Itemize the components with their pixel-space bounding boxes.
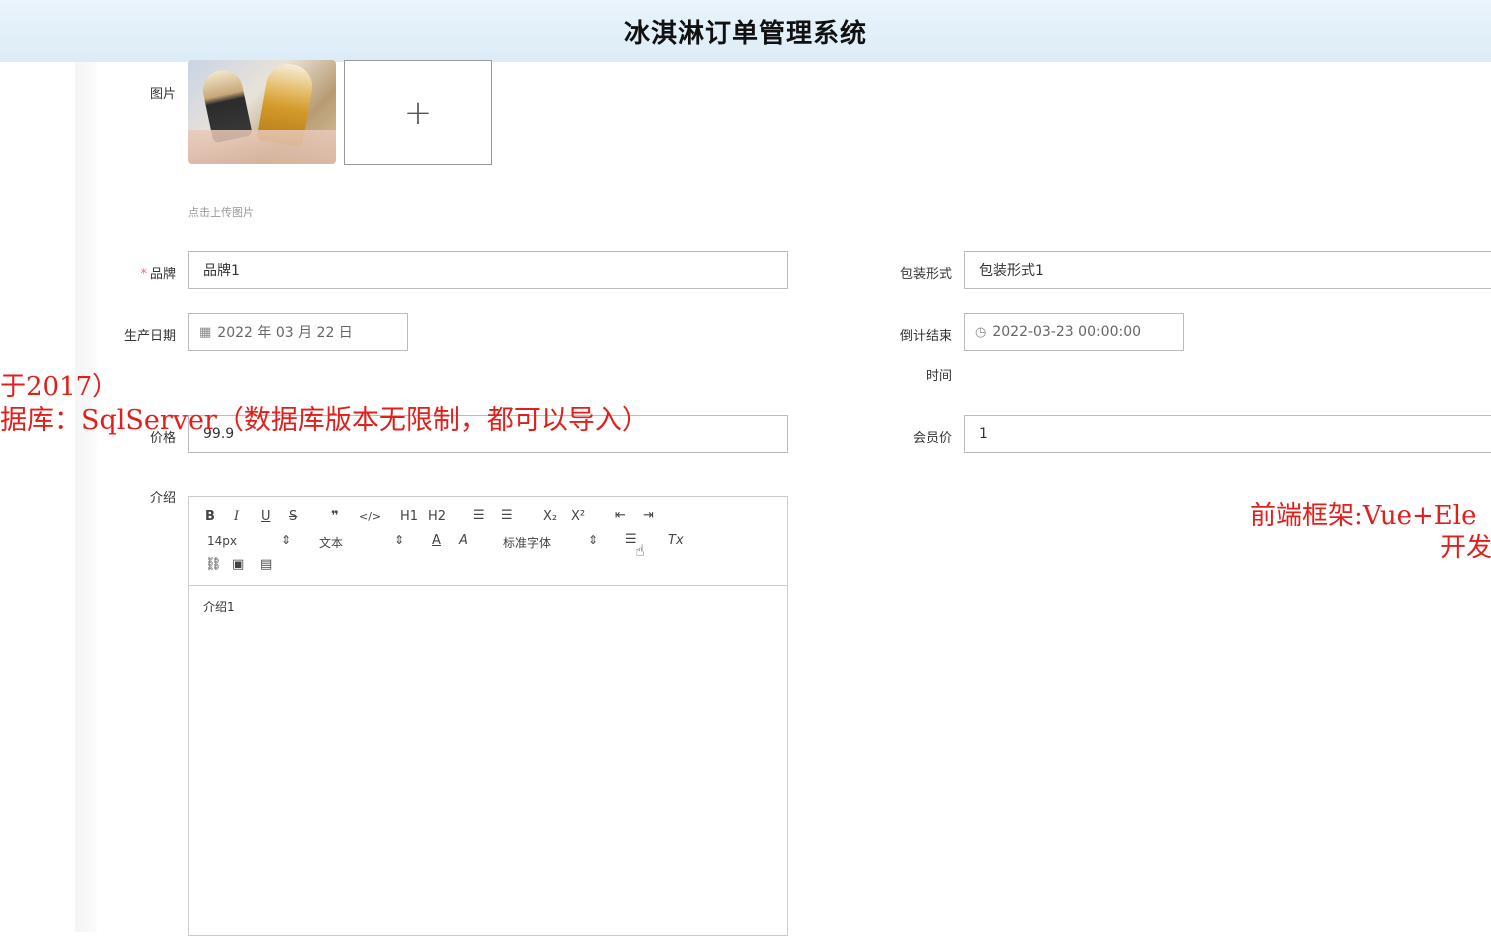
outdent-icon[interactable]: ⇤	[615, 508, 626, 523]
video-icon[interactable]: ▤	[260, 557, 272, 572]
countdown-end-label: 倒计结束	[899, 329, 952, 344]
app-header: 冰淇淋订单管理系统	[0, 0, 1491, 62]
code-block-button[interactable]: </>	[359, 510, 381, 523]
clear-format-button[interactable]: Tx	[668, 533, 684, 548]
font-size-select[interactable]: 14px	[207, 534, 237, 548]
indent-icon[interactable]: ⇥	[643, 508, 654, 523]
text-color-button[interactable]: A	[432, 533, 441, 548]
chevron-updown-icon: ⇕	[394, 533, 405, 547]
editor-toolbar: B I U S ❞ </> H1 H2 ☰ ☰ X₂ X² ⇤ ⇥ 14px ⇕…	[189, 497, 787, 586]
required-mark: *	[140, 267, 147, 282]
brand-label-text: 品牌	[149, 267, 176, 282]
overlay-text-line-b: 据库：SqlServer（数据库版本无限制，都可以导入）	[0, 405, 649, 436]
underline-button[interactable]: U	[261, 509, 271, 524]
link-icon[interactable]: ⛓	[205, 557, 222, 572]
hand-image	[188, 130, 336, 164]
app-title: 冰淇淋订单管理系统	[623, 18, 867, 49]
block-type-select[interactable]: 文本	[319, 534, 343, 551]
packaging-label: 包装形式	[899, 267, 952, 282]
brand-value: 品牌1	[203, 263, 240, 279]
background-color-button[interactable]: A	[459, 533, 468, 548]
image-upload-button[interactable]: +	[344, 60, 492, 165]
heading2-button[interactable]: H2	[428, 509, 446, 524]
blockquote-button[interactable]: ❞	[331, 509, 339, 524]
member-price-label: 会员价	[912, 431, 952, 446]
member-price-input[interactable]: 1	[964, 415, 1491, 453]
image-icon[interactable]: ▣	[232, 557, 244, 572]
subscript-button[interactable]: X₂	[543, 509, 557, 524]
rich-text-editor[interactable]: B I U S ❞ </> H1 H2 ☰ ☰ X₂ X² ⇤ ⇥ 14px ⇕…	[188, 496, 788, 936]
intro-label: 介绍	[149, 491, 176, 506]
brand-input[interactable]: 品牌1	[188, 251, 788, 289]
italic-button[interactable]: I	[234, 509, 239, 524]
pointer-cursor-icon: ☝	[635, 541, 645, 560]
heading1-button[interactable]: H1	[400, 509, 418, 524]
bold-button[interactable]: B	[205, 509, 215, 524]
countdown-end-value: 2022-03-23 00:00:00	[992, 324, 1142, 340]
upload-hint: 点击上传图片	[188, 206, 254, 219]
clock-icon: ◷	[975, 324, 987, 340]
font-family-select[interactable]: 标准字体	[503, 534, 551, 551]
uploaded-image-thumbnail[interactable]	[188, 60, 336, 164]
packaging-input[interactable]: 包装形式1	[964, 251, 1491, 289]
calendar-icon: ▦	[199, 324, 212, 340]
editor-content[interactable]: 介绍1	[189, 586, 787, 627]
countdown-end-label-line2: 时间	[925, 369, 952, 384]
countdown-end-picker[interactable]: ◷ 2022-03-23 00:00:00	[964, 313, 1184, 351]
superscript-button[interactable]: X²	[571, 509, 585, 524]
packaging-value: 包装形式1	[979, 263, 1044, 279]
brand-label: * 品牌	[66, 263, 176, 282]
image-label: 图片	[149, 87, 176, 102]
chevron-updown-icon: ⇕	[281, 533, 292, 547]
production-date-value: 2022 年 03 月 22 日	[217, 325, 353, 341]
production-date-picker[interactable]: ▦ 2022 年 03 月 22 日	[188, 313, 408, 351]
overlay-text-line-d: 开发	[1440, 533, 1491, 563]
plus-icon: +	[403, 92, 433, 133]
production-date-label: 生产日期	[123, 329, 176, 344]
member-price-value: 1	[979, 426, 988, 442]
bullet-list-icon[interactable]: ☰	[501, 508, 513, 523]
ordered-list-icon[interactable]: ☰	[473, 508, 485, 523]
strike-button[interactable]: S	[289, 509, 297, 524]
chevron-updown-icon: ⇕	[588, 533, 599, 547]
